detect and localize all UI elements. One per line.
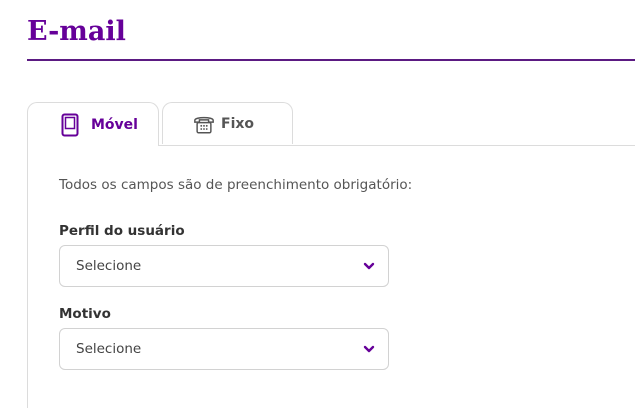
motivo-select-value: Selecione	[76, 341, 142, 357]
page-title: E-mail	[27, 16, 126, 47]
tab-fixo[interactable]: Fixo	[162, 102, 293, 144]
motivo-select[interactable]: Selecione	[59, 328, 389, 370]
tab-movel[interactable]: Móvel	[27, 102, 159, 146]
form-instructions: Todos os campos são de preenchimento obr…	[59, 177, 413, 193]
perfil-select[interactable]: Selecione	[59, 245, 389, 287]
motivo-label: Motivo	[59, 306, 111, 322]
mobile-phone-icon	[59, 113, 81, 137]
page: E-mail Móvel Fixo Todos os campos são de…	[0, 0, 635, 408]
chevron-down-icon	[363, 261, 375, 271]
tab-movel-label: Móvel	[91, 116, 138, 133]
perfil-select-value: Selecione	[76, 258, 142, 274]
chevron-down-icon	[363, 344, 375, 354]
landline-phone-icon	[193, 112, 215, 136]
title-divider	[27, 59, 635, 61]
perfil-label: Perfil do usuário	[59, 223, 185, 239]
tab-fixo-label: Fixo	[221, 115, 255, 132]
